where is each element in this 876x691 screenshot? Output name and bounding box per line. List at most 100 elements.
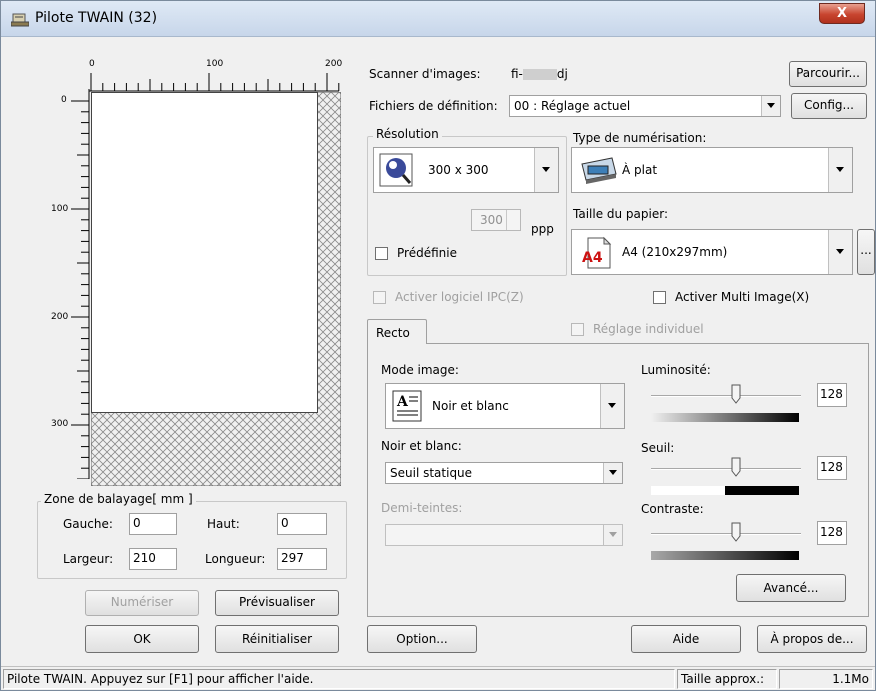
scanner-model-redacted	[522, 69, 557, 80]
preview-canvas[interactable]	[91, 92, 341, 486]
config-button[interactable]: Config...	[791, 93, 867, 119]
ok-button[interactable]: OK	[85, 625, 199, 653]
bw-label: Noir et blanc:	[381, 439, 462, 453]
tab-recto[interactable]: Recto	[367, 319, 427, 344]
image-mode-label: Mode image:	[381, 363, 459, 377]
twain-driver-window: Pilote TWAIN (32) X 0 100 200 0 100 200 …	[0, 0, 876, 691]
resolution-select[interactable]: 300 x 300	[373, 147, 559, 193]
chevron-down-icon	[828, 230, 852, 274]
ruler-label-200: 200	[325, 59, 343, 69]
resolution-unit: ppp	[531, 222, 554, 236]
scan-type-value: À plat	[622, 163, 658, 177]
ruler-label-v100: 100	[51, 204, 69, 214]
paper-size-select[interactable]: A4 A4 (210x297mm)	[571, 229, 853, 275]
scan-type-select[interactable]: À plat	[571, 147, 853, 193]
slider-thumb[interactable]	[731, 457, 741, 477]
scanner-app-icon	[11, 13, 29, 27]
multi-image-label: Activer Multi Image(X)	[675, 290, 810, 304]
ruler-label-100: 100	[206, 59, 224, 69]
bw-select[interactable]: Seuil statique	[385, 462, 623, 484]
definition-label: Fichiers de définition:	[369, 99, 498, 113]
preview-button[interactable]: Prévisualiser	[215, 590, 339, 616]
width-label: Largeur:	[63, 552, 114, 566]
threshold-gradient	[651, 486, 799, 495]
individual-setting-checkbox[interactable]	[571, 323, 584, 336]
svg-text:A: A	[396, 394, 409, 410]
scan-area-label: Zone de balayage[ mm ]	[41, 492, 196, 506]
ruler-label-v200: 200	[51, 312, 69, 322]
scanner-label: Scanner d'images:	[369, 67, 481, 81]
threshold-value[interactable]: 128	[817, 456, 847, 480]
resolution-spin-value: 300	[480, 213, 503, 227]
image-mode-value: Noir et blanc	[432, 399, 509, 413]
contrast-label: Contraste:	[641, 502, 704, 516]
contrast-slider[interactable]	[651, 522, 801, 546]
chevron-down-icon	[761, 96, 780, 116]
paper-icon-text: A4	[582, 250, 603, 266]
halftone-label: Demi-teintes:	[381, 501, 463, 515]
scanner-model-prefix: fi-	[511, 67, 523, 81]
status-size-label: Taille approx.:	[677, 669, 777, 689]
preset-checkbox[interactable]	[375, 247, 388, 260]
chevron-down-icon	[534, 148, 558, 192]
top-label: Haut:	[207, 517, 240, 531]
slider-track	[651, 533, 801, 535]
ipc-label: Activer logiciel IPC(Z)	[395, 290, 524, 304]
threshold-label: Seuil:	[641, 441, 675, 455]
slider-track	[651, 395, 801, 397]
horizontal-ruler: 0 100 200	[89, 57, 343, 93]
brightness-slider[interactable]	[651, 384, 801, 408]
top-field[interactable]: 0	[277, 513, 327, 535]
horizontal-ruler-ticks	[89, 73, 340, 92]
chevron-down-icon	[828, 148, 852, 192]
paper-size-label: Taille du papier:	[573, 207, 669, 221]
about-button[interactable]: À propos de...	[757, 625, 867, 653]
paper-more-button[interactable]: ...	[857, 229, 875, 275]
browse-button[interactable]: Parcourir...	[789, 61, 867, 87]
scanner-model-suffix: dj	[556, 67, 568, 81]
help-button[interactable]: Aide	[631, 625, 741, 653]
resolution-label: Résolution	[373, 127, 442, 141]
definition-select[interactable]: 00 : Réglage actuel	[509, 95, 781, 117]
brightness-gradient	[651, 413, 799, 422]
left-label: Gauche:	[63, 517, 113, 531]
slider-track	[651, 468, 801, 470]
contrast-value[interactable]: 128	[817, 521, 847, 545]
image-mode-select[interactable]: A Noir et blanc	[385, 383, 625, 429]
ruler-label-v0: 0	[61, 95, 67, 105]
status-help-text: Pilote TWAIN. Appuyez sur [F1] pour affi…	[3, 669, 675, 689]
contrast-gradient	[651, 551, 799, 560]
resolution-spin[interactable]: 300	[471, 209, 521, 231]
halftone-select[interactable]	[385, 524, 623, 546]
length-field[interactable]: 297	[277, 548, 327, 570]
threshold-slider[interactable]	[651, 457, 801, 481]
slider-thumb[interactable]	[731, 384, 741, 404]
length-label: Longueur:	[205, 552, 266, 566]
option-button[interactable]: Option...	[367, 625, 477, 653]
close-button[interactable]: X	[819, 3, 865, 24]
slider-thumb[interactable]	[731, 522, 741, 542]
left-field[interactable]: 0	[129, 513, 177, 535]
vertical-ruler: 0 100 200 300	[51, 89, 91, 479]
resolution-value: 300 x 300	[428, 163, 489, 177]
advanced-button[interactable]: Avancé...	[736, 574, 846, 602]
width-field[interactable]: 210	[129, 548, 177, 570]
spin-arrows-icon	[506, 210, 520, 230]
status-size-value: 1.1Mo	[779, 669, 873, 689]
chevron-down-icon	[603, 463, 622, 483]
individual-setting-label: Réglage individuel	[593, 322, 704, 336]
tab-recto-label: Recto	[376, 326, 410, 340]
ipc-checkbox[interactable]	[373, 291, 386, 304]
chevron-down-icon	[600, 384, 624, 428]
bw-value: Seuil statique	[390, 466, 473, 480]
brightness-value[interactable]: 128	[817, 383, 847, 407]
bw-mode-icon: A	[392, 390, 422, 422]
preset-label: Prédéfinie	[397, 246, 457, 260]
chevron-down-icon	[603, 525, 622, 545]
scan-type-label: Type de numérisation:	[573, 131, 707, 145]
status-bar: Pilote TWAIN. Appuyez sur [F1] pour affi…	[1, 666, 875, 690]
reset-button[interactable]: Réinitialiser	[215, 625, 339, 653]
title-bar: Pilote TWAIN (32) X	[1, 1, 875, 37]
scan-button[interactable]: Numériser	[85, 590, 199, 616]
multi-image-checkbox[interactable]	[653, 291, 666, 304]
